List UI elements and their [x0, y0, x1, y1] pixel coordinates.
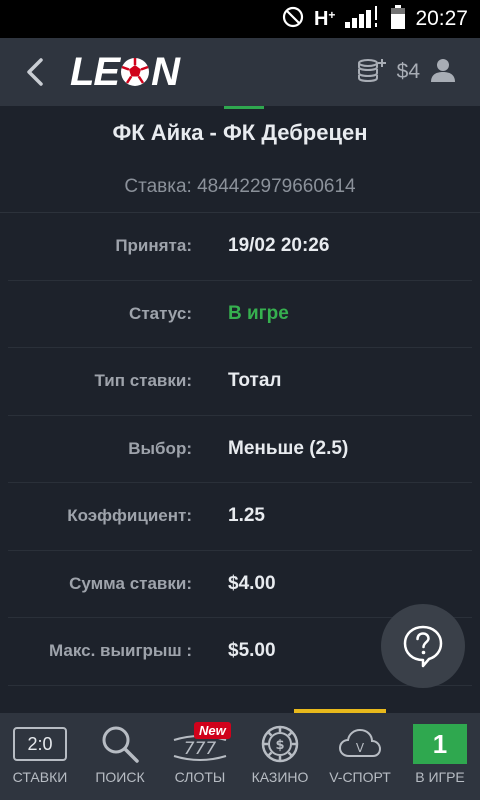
detail-label: Сумма ставки: — [69, 573, 192, 593]
detail-label: Принята: — [115, 236, 192, 256]
detail-label: Тип ставки: — [94, 371, 192, 391]
detail-value: 1.25 — [228, 505, 265, 527]
live-counter-icon: 1 — [400, 723, 480, 765]
nav-label: СЛОТЫ — [174, 769, 226, 785]
svg-text:$: $ — [275, 738, 284, 753]
live-count: 1 — [413, 724, 467, 764]
detail-row-selection: Выбор: Меньше (2.5) — [8, 416, 472, 483]
clock: 20:27 — [415, 7, 468, 30]
nav-slots[interactable]: 777 New СЛОТЫ — [160, 713, 240, 800]
detail-row-accepted: Принята: 19/02 20:26 — [8, 213, 472, 281]
match-title: ФК Айка - ФК Дебрецен — [112, 120, 368, 145]
header-actions: $4 — [357, 57, 480, 88]
signal-icon — [345, 5, 381, 33]
soccer-ball-icon — [120, 57, 150, 87]
bet-details-screen: H + 20:27 LE N $4 ФК Айка - ФК Дебрецен … — [0, 0, 480, 800]
leon-logo[interactable]: LE N — [70, 38, 180, 106]
nav-label: СТАВКИ — [12, 769, 68, 785]
detail-row-status: Статус: В игре — [8, 281, 472, 348]
scoreboard-icon: 2:0 — [0, 723, 80, 765]
battery-icon — [391, 4, 406, 34]
do-not-disturb-icon — [282, 6, 304, 33]
nav-label: V-СПОРТ — [329, 769, 391, 785]
slot-digits: 777 — [184, 739, 217, 759]
coins-plus-icon[interactable] — [357, 57, 387, 88]
detail-row-odds: Коэффициент: 1.25 — [8, 483, 472, 551]
nav-label: КАЗИНО — [251, 769, 309, 785]
user-icon[interactable] — [430, 57, 456, 88]
question-bubble-icon — [403, 625, 443, 668]
detail-label: Выбор: — [128, 438, 192, 458]
detail-label: Статус: — [129, 303, 192, 323]
detail-label: Коэффициент: — [67, 506, 192, 526]
help-button[interactable] — [381, 604, 465, 688]
account-balance[interactable]: $4 — [397, 60, 420, 84]
bet-id-number: 484422979660614 — [197, 176, 356, 197]
app-header: LE N $4 — [0, 38, 480, 106]
tab-indicator — [224, 106, 264, 109]
bottom-navigation: 2:0 СТАВКИ ПОИСК 777 New СЛОТЫ $ КАЗИНО … — [0, 713, 480, 800]
detail-value: Тотал — [228, 370, 282, 392]
search-icon — [80, 723, 160, 765]
nav-live[interactable]: 1 В ИГРЕ — [400, 713, 480, 800]
status-bar: H + 20:27 — [0, 0, 480, 38]
detail-value: Меньше (2.5) — [228, 437, 349, 459]
casino-chip-icon: $ — [240, 723, 320, 765]
detail-label: Макс. выигрыш : — [49, 641, 192, 661]
nav-search[interactable]: ПОИСК — [80, 713, 160, 800]
svg-text:V: V — [356, 741, 365, 755]
detail-value: $4.00 — [228, 572, 276, 594]
bet-id-label: Ставка: — [124, 176, 192, 197]
bet-id: Ставка: 484422979660614 — [0, 176, 480, 198]
status-value: В игре — [228, 302, 289, 324]
detail-value: 19/02 20:26 — [228, 235, 330, 257]
network-type: H + — [313, 7, 336, 30]
nav-label: В ИГРЕ — [415, 769, 465, 785]
detail-row-bet-type: Тип ставки: Тотал — [8, 348, 472, 416]
detail-value: $5.00 — [228, 640, 276, 662]
nav-label: ПОИСК — [95, 769, 145, 785]
back-button[interactable] — [0, 38, 70, 106]
cloud-v-icon: V — [320, 723, 400, 765]
nav-vsport[interactable]: V V-СПОРТ — [320, 713, 400, 800]
new-badge: New — [194, 722, 231, 739]
nav-casino[interactable]: $ КАЗИНО — [240, 713, 320, 800]
chevron-left-icon — [27, 58, 43, 86]
nav-bets[interactable]: 2:0 СТАВКИ — [0, 713, 80, 800]
